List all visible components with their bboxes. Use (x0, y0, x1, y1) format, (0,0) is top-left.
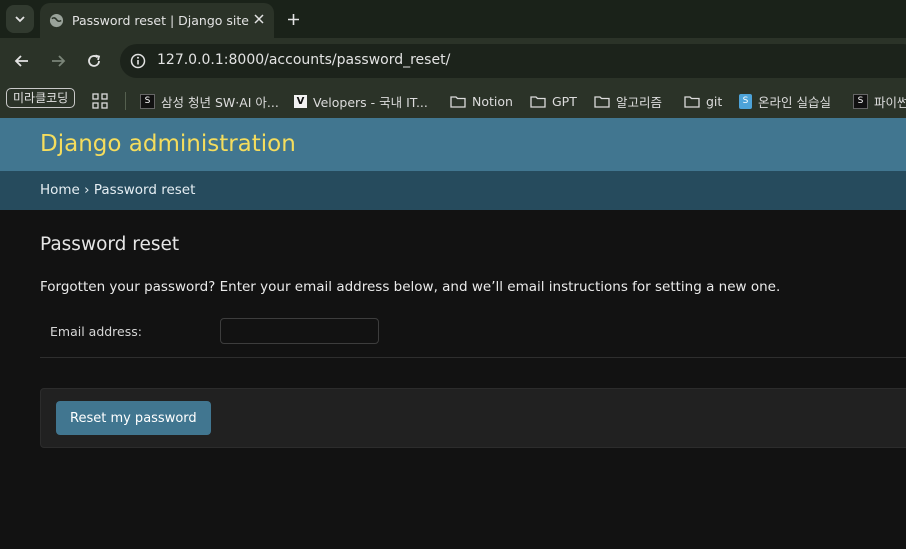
arrow-left-icon (14, 55, 28, 67)
breadcrumb: Home › Password reset (0, 171, 906, 210)
bookmark-pill[interactable]: 미라클코딩 (6, 88, 76, 108)
velopers-icon: V (294, 94, 307, 108)
reload-icon (88, 54, 101, 67)
bookmarks-separator (125, 92, 126, 110)
forward-button[interactable] (47, 50, 69, 72)
bookmark-label: Velopers - 국내 IT... (313, 94, 428, 110)
bookmarks-bar: 미라클코딩 S 삼성 청년 SW·AI 아... V Velopers - 국내… (0, 84, 906, 118)
bookmark-folder[interactable]: git (684, 90, 722, 112)
bookmark-label: GPT (552, 93, 577, 109)
tab-search-button[interactable] (6, 5, 34, 33)
main-content: Password reset Forgotten your password? … (0, 210, 906, 549)
blue-s-icon: S (739, 93, 752, 109)
bookmark-item[interactable]: S 삼성 청년 SW·AI 아... (140, 90, 279, 112)
globe-icon (49, 13, 64, 32)
bookmark-item[interactable]: V Velopers - 국내 IT... (294, 90, 428, 112)
new-tab-button[interactable] (282, 8, 304, 30)
breadcrumb-home-link[interactable]: Home (40, 182, 80, 198)
folder-icon (450, 95, 466, 108)
plus-icon (287, 13, 299, 25)
url-text[interactable]: 127.0.0.1:8000/accounts/password_reset/ (157, 52, 450, 68)
site-info-icon[interactable] (128, 51, 148, 71)
bookmark-label: git (706, 93, 723, 109)
browser-tabstrip: Password reset | Django site admin (0, 0, 906, 38)
site-branding[interactable]: Django administration (40, 131, 296, 157)
folder-icon (594, 95, 610, 108)
bookmark-folder[interactable]: Notion (450, 90, 513, 112)
bookmark-label: 파이썬 (874, 94, 906, 110)
address-bar[interactable]: 127.0.0.1:8000/accounts/password_reset/ (120, 44, 906, 78)
folder-icon (530, 95, 546, 108)
arrow-right-icon (52, 55, 66, 67)
bookmark-item[interactable]: S 파이썬 (853, 90, 906, 112)
admin-header: Django administration (0, 118, 906, 171)
help-text: Forgotten your password? Enter your emai… (40, 279, 781, 295)
reload-button[interactable] (83, 50, 105, 72)
chevron-down-icon (15, 16, 25, 23)
email-label: Email address: (50, 324, 142, 339)
page-title: Password reset (40, 234, 180, 255)
bookmark-folder[interactable]: GPT (530, 90, 577, 112)
tab-title: Password reset | Django site admin (72, 13, 250, 28)
bookmark-label: 온라인 실습실 (758, 94, 831, 110)
browser-toolbar: 127.0.0.1:8000/accounts/password_reset/ (0, 38, 906, 84)
submit-row: Reset my password (40, 388, 906, 448)
apps-button[interactable] (92, 90, 108, 112)
reset-password-button[interactable]: Reset my password (56, 401, 211, 435)
bookmark-item[interactable]: S 온라인 실습실 (739, 90, 831, 112)
square-s-icon: S (140, 93, 155, 109)
browser-tab-active[interactable]: Password reset | Django site admin (40, 3, 274, 38)
bookmark-folder[interactable]: 알고리즘 (594, 90, 662, 112)
form-divider (40, 357, 906, 358)
bookmark-label: Notion (472, 93, 513, 109)
square-s-icon: S (853, 93, 868, 109)
apps-grid-icon (92, 93, 108, 109)
folder-icon (684, 95, 700, 108)
email-field[interactable] (220, 318, 379, 344)
close-tab-icon[interactable] (250, 10, 268, 28)
breadcrumb-current: Password reset (93, 182, 196, 198)
back-button[interactable] (11, 50, 33, 72)
bookmark-label: 삼성 청년 SW·AI 아... (161, 94, 279, 110)
bookmark-label: 알고리즘 (616, 94, 663, 110)
breadcrumb-separator: › (79, 182, 94, 198)
